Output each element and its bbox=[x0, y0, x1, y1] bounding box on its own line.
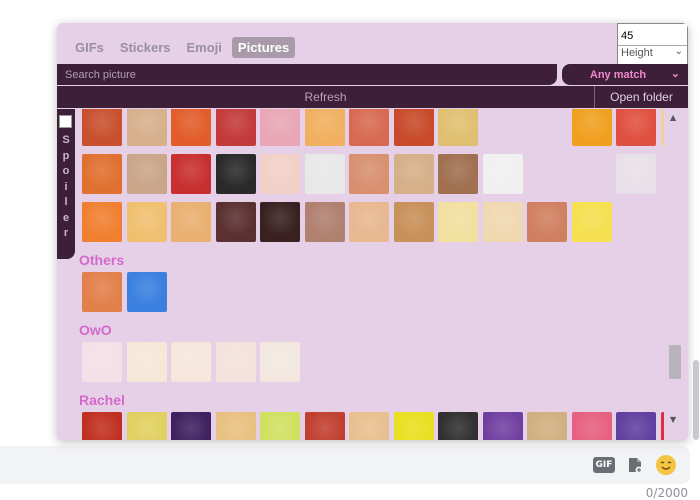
picture-thumbnail[interactable] bbox=[616, 154, 656, 194]
open-folder-button[interactable]: Open folder bbox=[594, 86, 688, 108]
picture-thumbnail[interactable] bbox=[171, 154, 211, 194]
picture-thumbnail[interactable] bbox=[438, 154, 478, 194]
chevron-down-icon: ⌄ bbox=[674, 46, 683, 57]
picture-grid: Others OwO Rachel bbox=[79, 109, 664, 440]
picture-thumbnail[interactable] bbox=[215, 109, 256, 146]
picture-thumbnail[interactable] bbox=[260, 109, 300, 146]
size-control: Height ⌄ bbox=[617, 23, 688, 65]
picture-thumbnail[interactable] bbox=[126, 342, 167, 382]
picture-thumbnail[interactable] bbox=[171, 342, 211, 382]
search-input[interactable] bbox=[57, 64, 557, 85]
picture-thumbnail[interactable] bbox=[82, 202, 122, 242]
picture-thumbnail[interactable] bbox=[660, 412, 664, 440]
match-mode-label: Any match bbox=[589, 68, 647, 81]
picture-thumbnail[interactable] bbox=[126, 109, 167, 146]
section-title: Others bbox=[79, 252, 125, 268]
picture-thumbnail[interactable] bbox=[126, 154, 167, 194]
refresh-button[interactable]: Refresh bbox=[57, 86, 594, 108]
picture-thumbnail[interactable] bbox=[126, 202, 167, 242]
file-upload-icon[interactable] bbox=[624, 454, 646, 476]
page-scrollbar[interactable] bbox=[693, 360, 699, 440]
picture-thumbnail[interactable] bbox=[571, 202, 612, 242]
picker-scrollbar[interactable]: ▲ ▼ bbox=[666, 109, 684, 429]
picture-thumbnail[interactable] bbox=[527, 412, 567, 440]
picture-thumbnail[interactable] bbox=[438, 412, 478, 440]
picture-thumbnail[interactable] bbox=[438, 202, 478, 242]
picture-thumbnail[interactable] bbox=[82, 109, 122, 146]
picture-thumbnail[interactable] bbox=[616, 109, 656, 146]
picture-thumbnail[interactable] bbox=[571, 109, 612, 146]
spoiler-checkbox[interactable] bbox=[59, 115, 72, 128]
picture-thumbnail[interactable] bbox=[438, 109, 478, 146]
picture-thumbnail[interactable] bbox=[393, 202, 434, 242]
picture-thumbnail[interactable] bbox=[660, 109, 664, 146]
picture-thumbnail[interactable] bbox=[393, 154, 434, 194]
match-mode-select[interactable]: Any match ⌄ bbox=[562, 64, 688, 85]
picture-thumbnail[interactable] bbox=[215, 202, 256, 242]
picture-thumbnail[interactable] bbox=[616, 412, 656, 440]
picture-thumbnail[interactable] bbox=[215, 342, 256, 382]
toolbar: Refresh Open folder bbox=[57, 86, 688, 108]
picture-thumbnail[interactable] bbox=[82, 154, 122, 194]
picture-thumbnail[interactable] bbox=[304, 412, 345, 440]
size-mode-label: Height bbox=[621, 47, 653, 59]
scroll-down-icon[interactable]: ▼ bbox=[670, 415, 676, 424]
message-input-bar[interactable] bbox=[0, 446, 690, 484]
picture-thumbnail[interactable] bbox=[527, 202, 567, 242]
tab-gifs[interactable]: GIFs bbox=[69, 37, 110, 58]
picture-thumbnail[interactable] bbox=[215, 412, 256, 440]
picker-tabs: GIFs Stickers Emoji Pictures bbox=[69, 37, 296, 58]
scroll-up-icon[interactable]: ▲ bbox=[670, 113, 676, 122]
picture-thumbnail[interactable] bbox=[82, 272, 122, 312]
char-counter: 0/2000 bbox=[645, 486, 688, 500]
picture-thumbnail[interactable] bbox=[82, 342, 122, 382]
picture-thumbnail[interactable] bbox=[304, 109, 345, 146]
tab-stickers[interactable]: Stickers bbox=[114, 37, 177, 58]
tab-pictures[interactable]: Pictures bbox=[231, 37, 296, 58]
picture-thumbnail[interactable] bbox=[171, 109, 211, 146]
size-input[interactable] bbox=[618, 27, 687, 46]
picture-thumbnail[interactable] bbox=[171, 202, 211, 242]
picture-thumbnail[interactable] bbox=[260, 342, 300, 382]
picture-thumbnail[interactable] bbox=[482, 154, 523, 194]
emoji-icon[interactable] bbox=[655, 454, 677, 476]
section-title: OwO bbox=[79, 322, 112, 338]
picture-thumbnail[interactable] bbox=[215, 154, 256, 194]
gif-button[interactable]: GIF bbox=[593, 457, 615, 473]
spoiler-toggle[interactable]: Spoiler bbox=[57, 109, 75, 259]
picture-picker-popup: GIFs Stickers Emoji Pictures Height ⌄ An… bbox=[57, 23, 688, 440]
picture-thumbnail[interactable] bbox=[260, 412, 300, 440]
spoiler-label: Spoiler bbox=[62, 134, 70, 239]
picture-thumbnail[interactable] bbox=[349, 154, 389, 194]
picture-thumbnail[interactable] bbox=[349, 202, 389, 242]
picture-thumbnail[interactable] bbox=[82, 412, 122, 440]
size-mode-select[interactable]: Height ⌄ bbox=[618, 46, 687, 64]
picture-thumbnail[interactable] bbox=[304, 202, 345, 242]
tab-emoji[interactable]: Emoji bbox=[181, 37, 228, 58]
picture-thumbnail[interactable] bbox=[482, 412, 523, 440]
chevron-down-icon: ⌄ bbox=[670, 68, 680, 80]
scroll-thumb[interactable] bbox=[669, 345, 681, 379]
picture-thumbnail[interactable] bbox=[393, 412, 434, 440]
search-row: Any match ⌄ bbox=[57, 64, 688, 85]
picture-thumbnail[interactable] bbox=[349, 412, 389, 440]
picture-thumbnail[interactable] bbox=[349, 109, 389, 146]
picture-thumbnail[interactable] bbox=[482, 202, 523, 242]
picture-thumbnail[interactable] bbox=[304, 154, 345, 194]
picture-thumbnail[interactable] bbox=[571, 412, 612, 440]
section-title: Rachel bbox=[79, 392, 125, 408]
picture-thumbnail[interactable] bbox=[393, 109, 434, 146]
picture-thumbnail[interactable] bbox=[260, 154, 300, 194]
picture-thumbnail[interactable] bbox=[260, 202, 300, 242]
picture-thumbnail[interactable] bbox=[126, 412, 167, 440]
picture-thumbnail[interactable] bbox=[126, 272, 167, 312]
picture-thumbnail[interactable] bbox=[171, 412, 211, 440]
